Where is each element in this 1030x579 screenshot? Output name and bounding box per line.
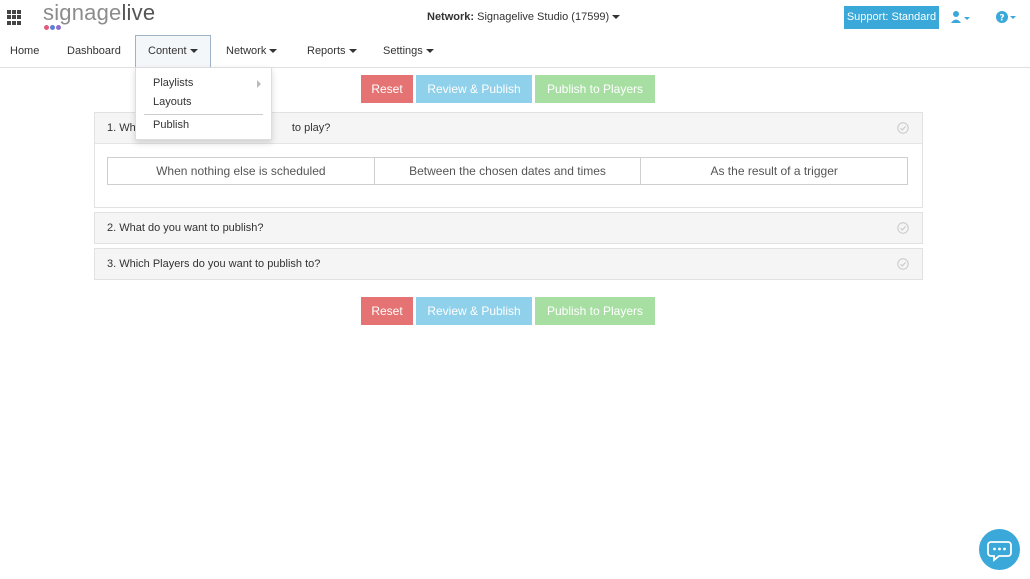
nav-dashboard[interactable]: Dashboard [67,35,121,67]
option-trigger[interactable]: As the result of a trigger [641,158,907,184]
chevron-down-icon [348,49,357,54]
chevron-down-icon [269,49,278,54]
svg-text:?: ? [999,14,1004,24]
chevron-right-icon [257,80,261,88]
chat-bubble-icon[interactable] [979,529,1020,570]
top-bar: signagelive Network: Signagelive Studio … [0,0,1030,36]
network-selector[interactable]: Network: Signagelive Studio (17599) [427,11,621,23]
reset-button-bottom[interactable]: Reset [361,297,413,325]
menu-item-publish[interactable]: Publish [153,119,189,131]
chevron-down-icon [612,15,621,20]
option-chosen-dates[interactable]: Between the chosen dates and times [375,158,642,184]
nav-reports[interactable]: Reports [307,35,357,67]
main-nav: Home Dashboard Content Network Reports S… [0,35,1030,68]
publish-to-players-button-bottom[interactable]: Publish to Players [535,297,655,325]
nav-content[interactable]: Content [135,35,211,67]
review-publish-button-bottom[interactable]: Review & Publish [416,297,532,325]
option-nothing-scheduled[interactable]: When nothing else is scheduled [108,158,375,184]
apps-grid-icon[interactable] [7,10,22,25]
nav-content-label: Content [148,45,187,57]
network-label: Network: [427,11,475,23]
help-icon[interactable]: ? [995,10,1019,24]
nav-settings-label: Settings [383,45,423,57]
check-circle-icon [897,222,909,234]
menu-item-layouts[interactable]: Layouts [153,96,192,108]
logo[interactable]: signagelive [43,0,155,34]
nav-home[interactable]: Home [10,35,39,67]
schedule-type-options: When nothing else is scheduled Between t… [107,157,908,185]
network-value: Signagelive Studio (17599) [477,11,610,23]
check-circle-icon [897,258,909,270]
check-circle-icon [897,122,909,134]
nav-network-label: Network [226,45,267,57]
menu-item-playlists[interactable]: Playlists [153,77,193,89]
chevron-down-icon [425,49,434,54]
step-what-panel[interactable]: 2. What do you want to publish? [94,212,923,244]
logo-text-live: live [121,0,156,25]
nav-reports-label: Reports [307,45,346,57]
step-players-title: 3. Which Players do you want to publish … [107,258,321,270]
step-what-header[interactable]: 2. What do you want to publish? [95,213,922,243]
support-button[interactable]: Support: Standard [844,6,939,29]
reset-button[interactable]: Reset [361,75,413,103]
logo-dots [44,25,64,31]
logo-text-signage: signage [43,0,122,25]
step-players-header[interactable]: 3. Which Players do you want to publish … [95,249,922,279]
content-dropdown-menu: Playlists Layouts Publish [135,67,272,140]
user-icon[interactable] [950,10,972,24]
review-publish-button[interactable]: Review & Publish [416,75,532,103]
menu-divider [144,114,263,115]
chevron-down-icon [189,49,198,54]
nav-settings[interactable]: Settings [383,35,434,67]
step-players-panel[interactable]: 3. Which Players do you want to publish … [94,248,923,280]
nav-network[interactable]: Network [226,35,278,67]
publish-to-players-button[interactable]: Publish to Players [535,75,655,103]
step-what-title: 2. What do you want to publish? [107,222,264,234]
